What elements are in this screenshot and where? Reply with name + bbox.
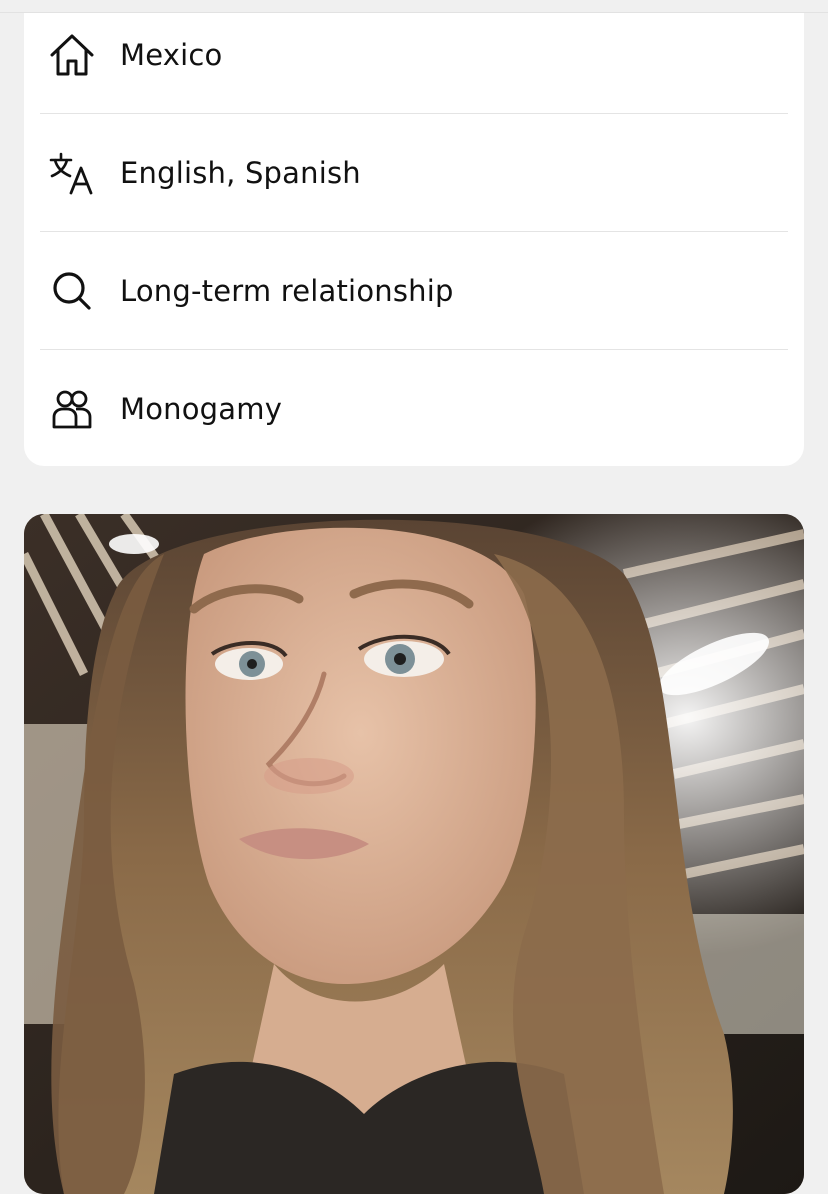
looking-for-label: Long-term relationship [120, 274, 454, 308]
home-icon [48, 31, 96, 79]
profile-details-card: Mexico English, Spanish Long-term relati… [24, 13, 804, 466]
relationship-type-label: Monogamy [120, 392, 283, 426]
profile-photo-image [24, 514, 804, 1194]
location-label: Mexico [120, 38, 223, 72]
search-icon [48, 267, 96, 315]
people-icon [48, 385, 96, 433]
detail-row-relationship-type: Monogamy [40, 349, 788, 468]
languages-label: English, Spanish [120, 156, 361, 190]
translate-icon [48, 149, 96, 197]
detail-row-looking-for: Long-term relationship [40, 231, 788, 350]
profile-photo[interactable] [24, 514, 804, 1194]
detail-row-languages: English, Spanish [40, 113, 788, 232]
detail-row-location: Mexico [40, 0, 788, 114]
